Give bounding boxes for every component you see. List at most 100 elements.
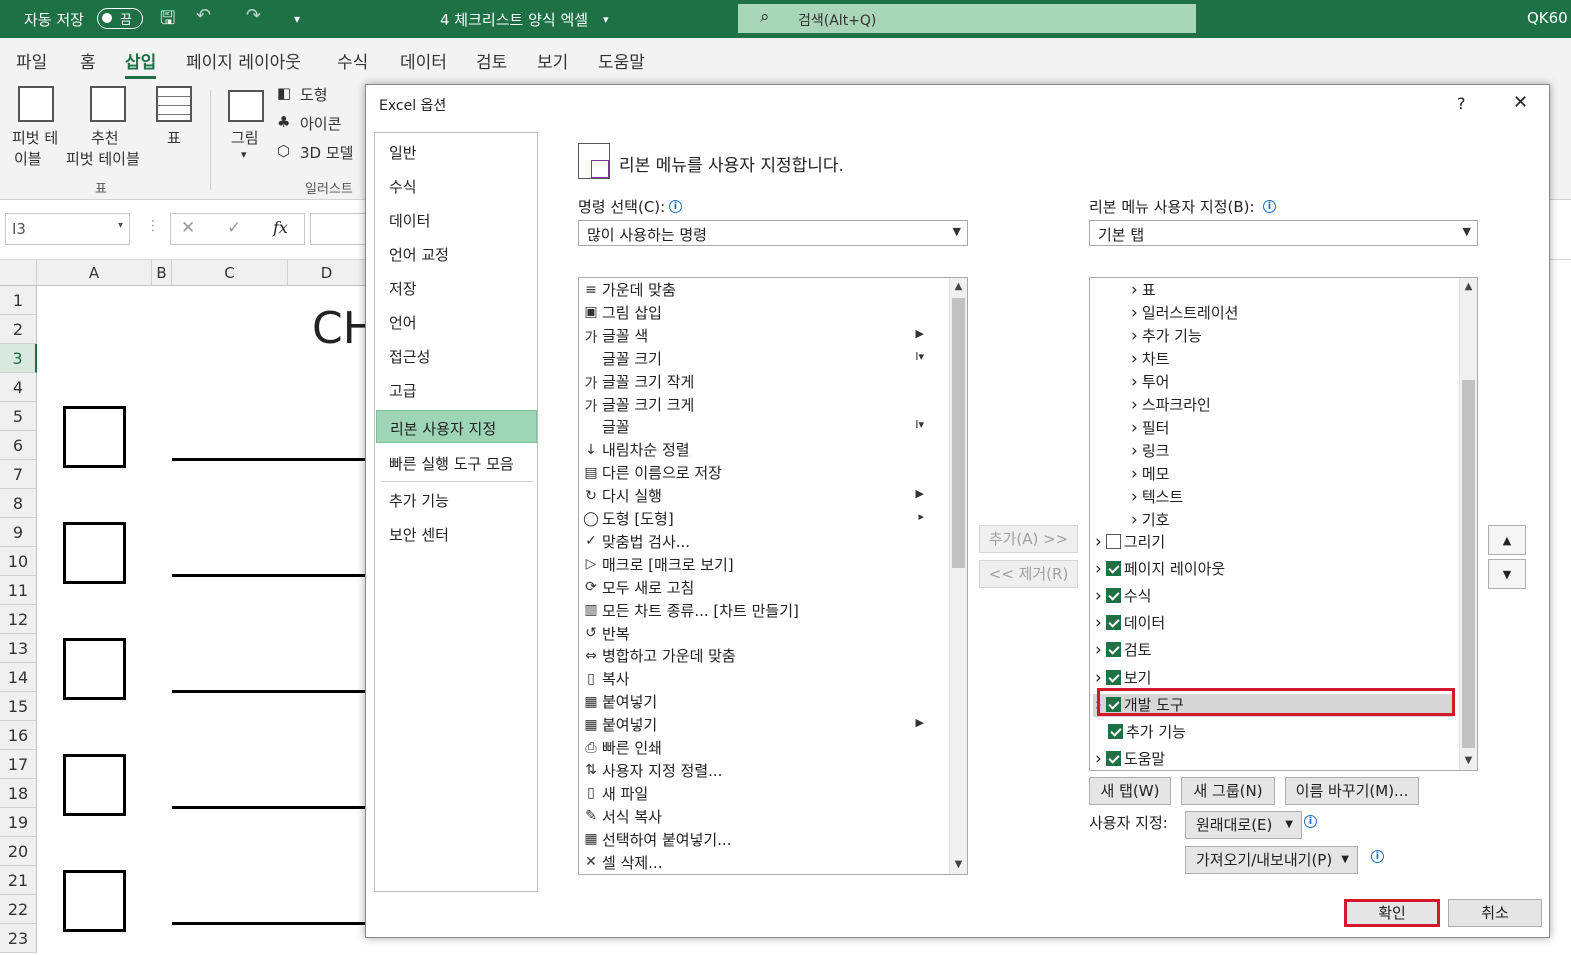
command-item[interactable]: 가 글꼴 크기 작게 bbox=[582, 371, 942, 394]
reset-dropdown[interactable]: 원래대로(E) ▼ bbox=[1185, 811, 1302, 839]
command-item[interactable]: ◯ 도형 [도형] ▸ bbox=[582, 508, 942, 531]
expand-icon[interactable]: › bbox=[1095, 668, 1102, 688]
rename-button[interactable]: 이름 바꾸기(M)... bbox=[1285, 777, 1419, 805]
tab-home[interactable]: 홈 bbox=[80, 48, 96, 73]
expand-icon[interactable]: › bbox=[1131, 418, 1138, 438]
recommended-pivot-label-2[interactable]: 피벗 테이블 bbox=[66, 148, 140, 169]
checkbox-shape[interactable] bbox=[63, 406, 126, 468]
tab-checkbox[interactable] bbox=[1105, 588, 1121, 604]
table-icon[interactable] bbox=[156, 86, 192, 122]
expand-icon[interactable]: › bbox=[1095, 586, 1102, 606]
row-header[interactable]: 19 bbox=[0, 808, 37, 837]
command-item[interactable]: 글꼴 크기 I▾ bbox=[582, 348, 942, 371]
command-item[interactable]: ▣ 그림 삽입 bbox=[582, 302, 942, 325]
command-item[interactable]: 가 글꼴 크기 크게 bbox=[582, 394, 942, 417]
expand-icon[interactable]: › bbox=[1095, 613, 1102, 633]
row-header[interactable]: 14 bbox=[0, 663, 37, 692]
scroll-down-icon[interactable]: ▼ bbox=[1460, 752, 1477, 770]
tree-item[interactable]: › 그리기 bbox=[1093, 531, 1453, 554]
nav-save[interactable]: 저장 bbox=[376, 271, 537, 304]
row-header[interactable]: 9 bbox=[0, 518, 37, 547]
tree-item[interactable]: › 링크 bbox=[1093, 440, 1453, 463]
row-header[interactable]: 8 bbox=[0, 489, 37, 518]
scroll-up-icon[interactable]: ▲ bbox=[1460, 278, 1477, 296]
pivot-table-icon[interactable] bbox=[18, 86, 54, 122]
column-header-b[interactable]: B bbox=[152, 260, 172, 286]
enter-icon[interactable]: ✓ bbox=[227, 218, 241, 238]
expand-icon[interactable]: › bbox=[1131, 372, 1138, 392]
row-header[interactable]: 18 bbox=[0, 779, 37, 808]
ok-button[interactable]: 확인 bbox=[1344, 899, 1440, 927]
nav-data[interactable]: 데이터 bbox=[376, 203, 537, 236]
tab-checkbox[interactable] bbox=[1105, 615, 1121, 631]
help-button[interactable]: ? bbox=[1457, 94, 1466, 113]
scroll-down-icon[interactable]: ▼ bbox=[950, 856, 967, 874]
checkbox-shape[interactable] bbox=[63, 870, 126, 932]
row-header[interactable]: 17 bbox=[0, 750, 37, 779]
scroll-thumb[interactable] bbox=[1462, 380, 1475, 748]
tree-item[interactable]: › 메모 bbox=[1093, 463, 1453, 486]
remove-button[interactable]: << 제거(R) bbox=[979, 560, 1078, 588]
tree-item[interactable]: › 데이터 bbox=[1093, 612, 1453, 635]
chevron-down-icon[interactable]: ▾ bbox=[241, 148, 247, 161]
command-item[interactable]: ⟳ 모두 새로 고침 bbox=[582, 577, 942, 600]
table-label[interactable]: 표 bbox=[167, 127, 181, 148]
tab-checkbox[interactable] bbox=[1105, 561, 1121, 577]
row-header[interactable]: 15 bbox=[0, 692, 37, 721]
icons-label[interactable]: 아이콘 bbox=[300, 113, 341, 134]
nav-trust-center[interactable]: 보안 센터 bbox=[376, 517, 537, 550]
insert-function-icon[interactable]: fx bbox=[273, 218, 288, 237]
scroll-up-icon[interactable]: ▲ bbox=[950, 278, 967, 296]
expand-icon[interactable]: › bbox=[1131, 464, 1138, 484]
picture-icon[interactable] bbox=[228, 90, 264, 122]
row-header[interactable]: 4 bbox=[0, 373, 37, 402]
row-header[interactable]: 1 bbox=[0, 286, 37, 315]
row-header[interactable]: 22 bbox=[0, 895, 37, 924]
command-item[interactable]: ⇔ 병합하고 가운데 맞춤 bbox=[582, 645, 942, 668]
name-box[interactable]: I3 ▾ bbox=[5, 213, 130, 245]
close-button[interactable]: ✕ bbox=[1513, 92, 1528, 113]
tab-formulas[interactable]: 수식 bbox=[337, 48, 368, 73]
tab-view[interactable]: 보기 bbox=[537, 48, 568, 73]
chevron-down-icon[interactable]: ▾ bbox=[603, 13, 609, 26]
new-group-button[interactable]: 새 그룹(N) bbox=[1181, 777, 1275, 805]
expand-icon[interactable]: › bbox=[1095, 532, 1102, 552]
commands-scrollbar[interactable]: ▲ ▼ bbox=[949, 278, 967, 874]
tab-checkbox[interactable] bbox=[1105, 534, 1121, 549]
expand-icon[interactable]: › bbox=[1131, 510, 1138, 530]
expand-icon[interactable]: › bbox=[1095, 640, 1102, 660]
tab-checkbox[interactable] bbox=[1105, 750, 1121, 766]
commands-list[interactable]: ≡ 가운데 맞춤 ▣ 그림 삽입 가 글꼴 색 ▶ 글꼴 크기 I▾ 가 글꼴 크기 작게 가 글꼴 크… bbox=[578, 277, 968, 875]
tab-checkbox[interactable] bbox=[1105, 669, 1121, 685]
row-header[interactable]: 10 bbox=[0, 547, 37, 576]
command-item[interactable]: ✕ 셀 삭제... bbox=[582, 852, 942, 875]
cancel-button[interactable]: 취소 bbox=[1448, 899, 1542, 927]
column-header-a[interactable]: A bbox=[37, 260, 152, 286]
move-up-button[interactable]: ▲ bbox=[1488, 525, 1526, 555]
nav-general[interactable]: 일반 bbox=[376, 135, 537, 168]
row-header[interactable]: 7 bbox=[0, 460, 37, 489]
redo-icon[interactable]: ↷ bbox=[246, 5, 261, 26]
command-item[interactable]: ↺ 반복 bbox=[582, 623, 942, 646]
recommended-pivot-icon[interactable] bbox=[90, 86, 126, 122]
expand-icon[interactable]: › bbox=[1095, 749, 1102, 769]
tab-page-layout[interactable]: 페이지 레이아웃 bbox=[186, 48, 301, 73]
tree-item[interactable]: › 표 bbox=[1093, 279, 1453, 302]
command-item[interactable]: ⎙ 빠른 인쇄 bbox=[582, 737, 942, 760]
checkbox-shape[interactable] bbox=[63, 754, 126, 816]
choose-commands-dropdown[interactable]: 많이 사용하는 명령 ▼ bbox=[578, 220, 968, 246]
expand-icon[interactable]: › bbox=[1131, 487, 1138, 507]
expand-icon[interactable]: › bbox=[1131, 303, 1138, 323]
tab-data[interactable]: 데이터 bbox=[400, 48, 447, 73]
tree-item[interactable]: › 스파크라인 bbox=[1093, 394, 1453, 417]
picture-label[interactable]: 그림 bbox=[231, 127, 259, 148]
expand-icon[interactable]: › bbox=[1131, 326, 1138, 346]
nav-proofing[interactable]: 언어 교정 bbox=[376, 237, 537, 270]
tree-item[interactable]: › 텍스트 bbox=[1093, 486, 1453, 509]
column-header-d[interactable]: D bbox=[288, 260, 365, 286]
row-header[interactable]: 23 bbox=[0, 924, 37, 953]
nav-customize-ribbon[interactable]: 리본 사용자 지정 bbox=[376, 410, 537, 443]
command-item[interactable]: ≡ 가운데 맞춤 bbox=[582, 279, 942, 302]
3d-models-label[interactable]: 3D 모델 bbox=[300, 142, 353, 163]
tree-item[interactable]: › 보기 bbox=[1093, 667, 1453, 690]
